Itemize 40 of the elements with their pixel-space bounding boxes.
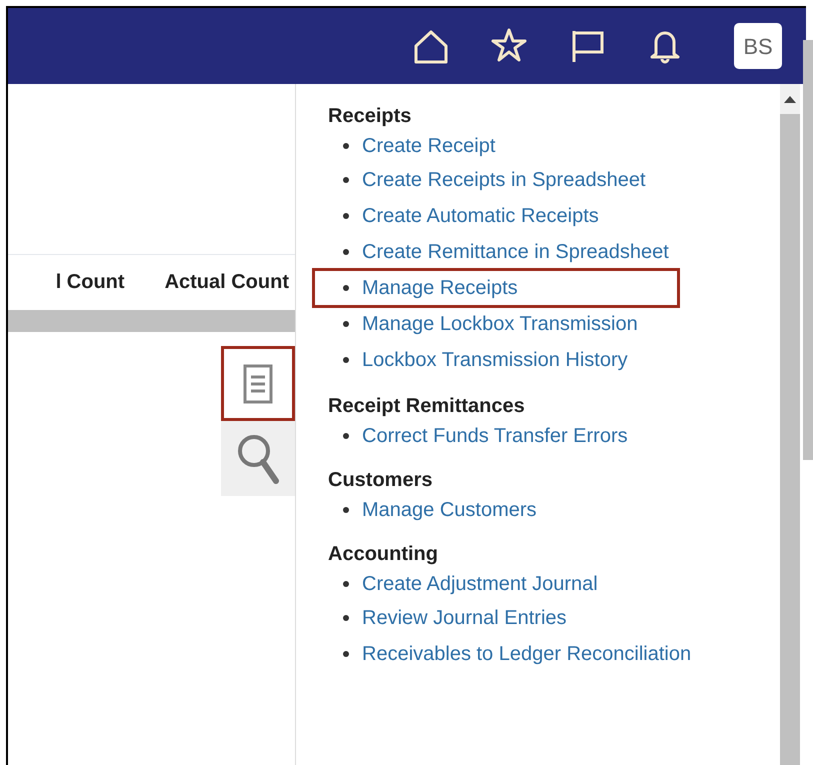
bullet-icon	[343, 651, 349, 657]
page-scrollbar[interactable]	[803, 40, 813, 460]
table-scrollbar[interactable]	[8, 310, 295, 332]
details-button[interactable]	[221, 346, 295, 421]
bullet-icon	[343, 213, 349, 219]
bullet-icon	[343, 433, 349, 439]
bullet-icon	[343, 177, 349, 183]
scroll-up-button[interactable]	[780, 84, 800, 114]
menu-link[interactable]: Correct Funds Transfer Errors	[362, 421, 628, 451]
menu-link[interactable]: Create Receipt	[362, 131, 496, 161]
section-heading: Accounting	[328, 542, 439, 566]
column-header[interactable]: Actual Count	[164, 266, 289, 296]
bullet-icon	[343, 507, 349, 513]
search-icon	[236, 432, 280, 484]
document-icon	[243, 364, 273, 404]
menu-link[interactable]: Create Remittance in Spreadsheet	[362, 237, 669, 267]
menu-link[interactable]: Create Receipts in Spreadsheet	[362, 165, 646, 195]
search-button[interactable]	[221, 421, 295, 496]
menu-link[interactable]: Create Adjustment Journal	[362, 569, 598, 599]
menu-link[interactable]: Manage Lockbox Transmission	[362, 309, 638, 339]
bullet-icon	[343, 143, 349, 149]
bullet-icon	[343, 615, 349, 621]
up-arrow-icon	[784, 96, 796, 102]
bullet-icon	[343, 581, 349, 587]
section-heading: Receipts	[328, 104, 412, 128]
section-heading: Receipt Remittances	[328, 394, 526, 418]
menu-link[interactable]: Create Automatic Receipts	[362, 201, 599, 231]
menu-link[interactable]: Review Journal Entries	[362, 603, 567, 633]
bullet-icon	[343, 285, 349, 291]
menu-link[interactable]: Lockbox Transmission History	[362, 345, 628, 375]
bullet-icon	[343, 321, 349, 327]
column-header[interactable]: l Count	[56, 266, 125, 296]
scrollbar-thumb[interactable]	[780, 114, 800, 765]
bullet-icon	[343, 249, 349, 255]
bullet-icon	[343, 357, 349, 363]
section-heading: Customers	[328, 468, 434, 492]
menu-link[interactable]: Manage Customers	[362, 495, 537, 525]
menu-link[interactable]: Manage Receipts	[362, 273, 518, 303]
menu-link[interactable]: Receivables to Ledger Reconciliation	[362, 639, 692, 669]
user-avatar[interactable]: BS	[734, 23, 782, 69]
